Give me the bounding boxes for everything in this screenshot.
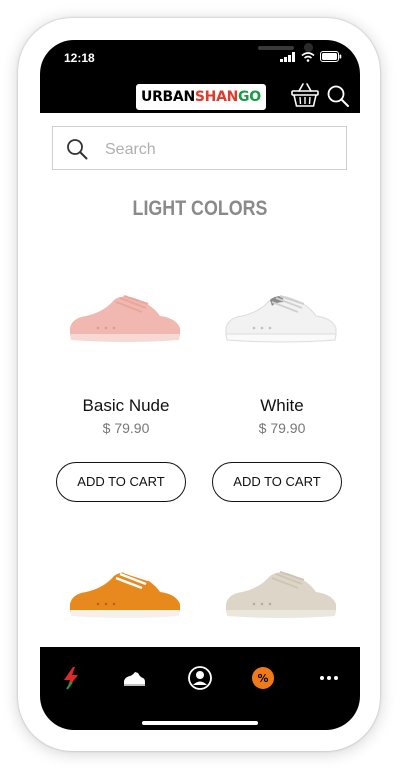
search-icon[interactable]: [326, 84, 350, 108]
sneaker-icon[interactable]: [121, 665, 147, 691]
product-price: $ 79.90: [102, 420, 150, 436]
product-card[interactable]: White $ 79.90 ADD TO CART: [212, 284, 352, 502]
brand-logo[interactable]: URBAN SHAN GO: [136, 84, 266, 110]
discount-badge-icon[interactable]: %: [250, 665, 276, 691]
speaker-grille: [258, 46, 294, 50]
product-card[interactable]: [212, 560, 352, 635]
svg-text:%: %: [257, 672, 268, 685]
add-to-cart-button[interactable]: ADD TO CART: [56, 462, 186, 502]
top-header-bar: 12:18 URBAN SHAN GO: [40, 40, 360, 113]
basket-icon[interactable]: [290, 82, 320, 108]
logo-text-part2: SHAN: [194, 89, 239, 105]
search-bar[interactable]: [52, 126, 347, 170]
product-image-basic-nude[interactable]: [56, 284, 196, 354]
status-icons: [280, 51, 342, 62]
signal-icon: [280, 51, 295, 62]
search-input[interactable]: [103, 137, 337, 163]
section-title: LIGHT COLORS: [132, 197, 268, 220]
battery-icon: [320, 51, 342, 62]
device-notch: [116, 40, 313, 68]
logo-text-part3: GO: [238, 89, 261, 105]
status-time: 12:18: [64, 51, 95, 65]
bottom-navigation: %: [40, 647, 360, 730]
product-card[interactable]: Basic Nude $ 79.90 ADD TO CART: [56, 284, 196, 502]
product-image-white[interactable]: [212, 284, 352, 354]
wifi-icon: [301, 51, 315, 62]
more-icon[interactable]: [316, 665, 342, 691]
home-indicator[interactable]: [142, 721, 258, 725]
profile-icon[interactable]: [187, 665, 213, 691]
product-price: $ 79.90: [258, 420, 306, 436]
add-to-cart-button[interactable]: ADD TO CART: [212, 462, 342, 502]
search-field-icon: [67, 139, 88, 160]
product-image-beige[interactable]: [212, 560, 352, 630]
logo-text-part1: URBAN: [141, 89, 195, 105]
product-image-orange[interactable]: [56, 560, 196, 630]
lightning-icon[interactable]: [58, 665, 84, 691]
product-card[interactable]: [56, 560, 196, 635]
app-screen: 12:18 URBAN SHAN GO Search LIGHT COLORS …: [40, 40, 360, 730]
product-name[interactable]: Basic Nude: [46, 396, 206, 416]
product-name[interactable]: White: [202, 396, 360, 416]
